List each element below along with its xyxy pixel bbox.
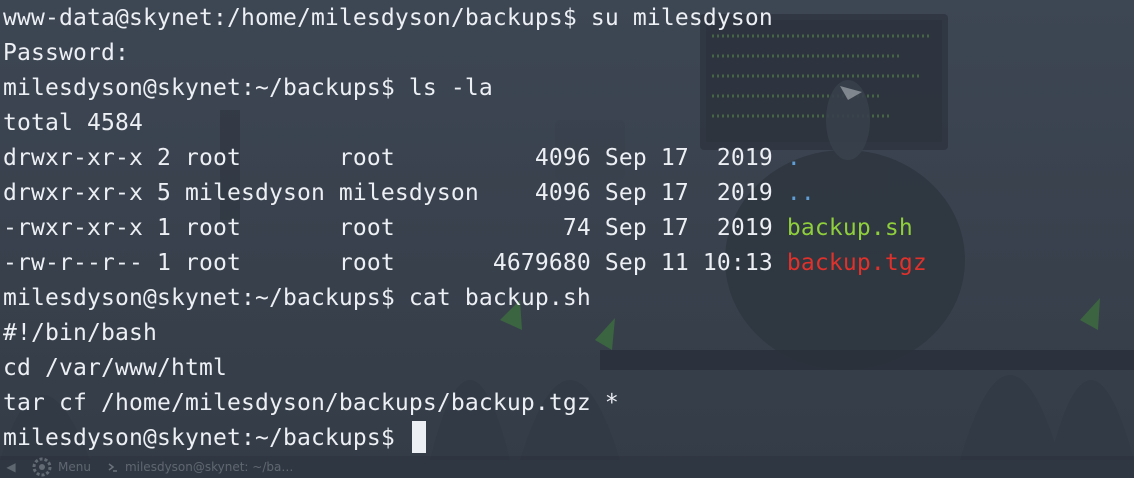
terminal-line: tar cf /home/milesdyson/backups/backup.t… xyxy=(3,390,619,416)
listing-row: -rwxr-xr-x 1 root root 74 Sep 17 2019 ba… xyxy=(3,211,1134,246)
archive-name: backup.tgz xyxy=(786,250,927,276)
taskbar-task-terminal[interactable]: milesdyson@skynet: ~/ba… xyxy=(107,460,293,474)
terminal-line: #!/bin/bash xyxy=(3,320,157,346)
terminal-line: www-data@skynet:/home/milesdyson/backups… xyxy=(3,5,773,31)
terminal-icon xyxy=(108,463,117,472)
terminal-line: milesdyson@skynet:~/backups$ ls -la xyxy=(3,75,493,101)
listing-row: drwxr-xr-x 2 root root 4096 Sep 17 2019 … xyxy=(3,141,1134,176)
prompt-line[interactable]: milesdyson@skynet:~/backups$ xyxy=(3,420,1134,456)
listing-meta: -rw-r--r-- 1 root root 4679680 Sep 11 10… xyxy=(3,250,787,276)
terminal-line: cd /var/www/html xyxy=(3,355,227,381)
terminal-line: Password: xyxy=(3,40,129,66)
listing-meta: drwxr-xr-x 2 root root 4096 Sep 17 2019 xyxy=(3,145,787,171)
taskbar: ◀ Menu milesdyson@skynet: ~/ba… xyxy=(0,456,1134,478)
arrow-left-icon[interactable]: ◀ xyxy=(4,460,18,474)
gear-logo-icon xyxy=(32,457,52,477)
menu-button[interactable]: Menu xyxy=(32,457,91,477)
terminal-line: total 4584 xyxy=(3,110,143,136)
task-label: milesdyson@skynet: ~/ba… xyxy=(124,460,294,474)
menu-label: Menu xyxy=(58,460,91,474)
listing-row: -rw-r--r-- 1 root root 4679680 Sep 11 10… xyxy=(3,246,1134,281)
directory-name: .. xyxy=(786,180,815,206)
text-cursor xyxy=(411,420,426,453)
terminal-line: milesdyson@skynet:~/backups$ cat backup.… xyxy=(3,285,591,311)
directory-name: . xyxy=(786,145,801,171)
terminal-window[interactable]: www-data@skynet:/home/milesdyson/backups… xyxy=(0,0,1134,456)
listing-row: drwxr-xr-x 5 milesdyson milesdyson 4096 … xyxy=(3,176,1134,211)
listing-meta: drwxr-xr-x 5 milesdyson milesdyson 4096 … xyxy=(3,180,787,206)
listing-meta: -rwxr-xr-x 1 root root 74 Sep 17 2019 xyxy=(3,215,787,241)
shell-prompt: milesdyson@skynet:~/backups$ xyxy=(3,425,409,451)
executable-name: backup.sh xyxy=(786,215,913,241)
